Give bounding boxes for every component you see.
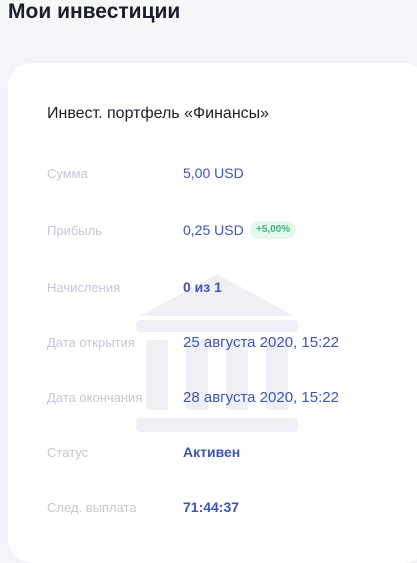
status-value: Активен (183, 444, 241, 460)
page-title: Мои инвестиции (8, 0, 181, 23)
row-next-payout: След. выплата 71:44:37 (47, 498, 407, 518)
row-label: Начисления (47, 280, 121, 295)
row-value: 25 августа 2020, 15:22 (183, 334, 339, 351)
row-value: 0,25 USD (183, 222, 244, 238)
row-label: Дата открытия (47, 335, 135, 350)
profit-percent-badge: +5,00% (250, 221, 297, 239)
row-amount: Сумма 5,00 USD (47, 164, 407, 184)
row-value: 0 из 1 (183, 279, 222, 295)
row-open-date: Дата открытия 25 августа 2020, 15:22 (47, 333, 407, 353)
row-label: Прибыль (47, 223, 102, 238)
row-status: Статус Активен (47, 443, 407, 463)
row-label: Сумма (47, 166, 88, 181)
row-label: След. выплата (47, 500, 137, 515)
countdown-timer: 71:44:37 (183, 499, 240, 515)
row-accruals: Начисления 0 из 1 (47, 278, 407, 298)
row-end-date: Дата окончания 28 августа 2020, 15:22 (47, 388, 407, 408)
row-value: 5,00 USD (183, 165, 244, 181)
investment-card: Инвест. портфель «Финансы» Сумма 5,00 US… (8, 63, 417, 563)
portfolio-title: Инвест. портфель «Финансы» (47, 105, 270, 122)
row-profit: Прибыль 0,25 USD +5,00% (47, 221, 407, 241)
row-value: 28 августа 2020, 15:22 (183, 389, 339, 406)
row-label: Статус (47, 445, 89, 460)
row-label: Дата окончания (47, 390, 143, 405)
